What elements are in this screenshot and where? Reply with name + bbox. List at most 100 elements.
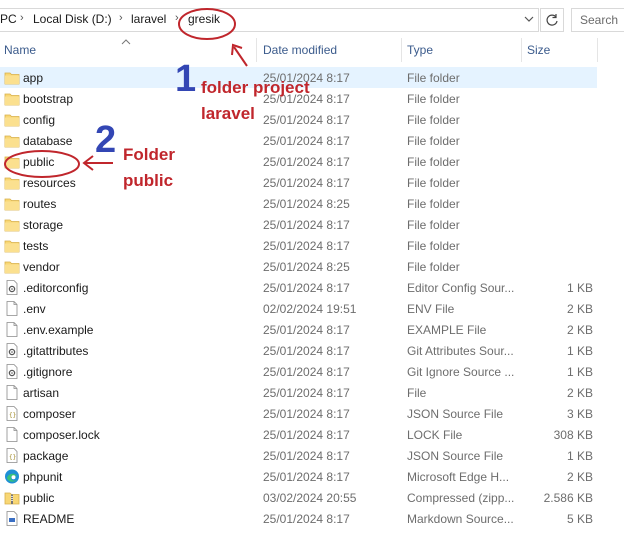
file-name: phpunit — [23, 470, 63, 484]
file-type: LOCK File — [407, 428, 463, 442]
column-size[interactable]: Size — [527, 43, 550, 57]
file-type: File folder — [407, 218, 460, 232]
file-row[interactable]: resources 25/01/2024 8:17 File folder — [0, 172, 597, 193]
column-divider[interactable] — [521, 38, 522, 62]
breadcrumb-local-disk[interactable]: Local Disk (D:) — [33, 12, 112, 26]
file-name: public — [23, 155, 55, 169]
file-row[interactable]: vendor 25/01/2024 8:25 File folder — [0, 256, 597, 277]
folder-icon — [4, 217, 20, 232]
file-type: JSON Source File — [407, 449, 504, 463]
gear-file-icon — [4, 364, 20, 379]
file-size: 308 KB — [553, 428, 593, 442]
file-size: 2 KB — [566, 386, 593, 400]
file-date-modified: 25/01/2024 8:17 — [263, 218, 350, 232]
file-row[interactable]: {} package 25/01/2024 8:17 JSON Source File… — [0, 445, 597, 466]
file-name: resources — [23, 176, 76, 190]
file-row[interactable]: .gitattributes 25/01/2024 8:17 Git Attribu… — [0, 340, 597, 361]
column-type[interactable]: Type — [407, 43, 433, 57]
file-row[interactable]: composer.lock 25/01/2024 8:17 LOCK File 308… — [0, 424, 597, 445]
search-placeholder: Search — [580, 13, 619, 27]
file-size: 1 KB — [566, 449, 593, 463]
file-date-modified: 25/01/2024 8:17 — [263, 281, 350, 295]
file-date-modified: 25/01/2024 8:17 — [263, 470, 350, 484]
file-type: Compressed (zipp... — [407, 491, 515, 505]
column-divider[interactable] — [597, 38, 598, 62]
folder-icon — [4, 70, 20, 85]
file-size: 2 KB — [566, 470, 593, 484]
file-row[interactable]: config 25/01/2024 8:17 File folder — [0, 109, 597, 130]
file-type: ENV File — [407, 302, 455, 316]
file-row[interactable]: .env.example 25/01/2024 8:17 EXAMPLE File 2… — [0, 319, 597, 340]
svg-text:{}: {} — [9, 412, 16, 419]
breadcrumb-laravel[interactable]: laravel — [131, 12, 166, 26]
file-icon — [4, 322, 20, 337]
chevron-right-icon[interactable]: › — [119, 12, 123, 24]
file-size: 5 KB — [566, 512, 593, 526]
file-row[interactable]: phpunit 25/01/2024 8:17 Microsoft Edge H..… — [0, 466, 597, 487]
file-row[interactable]: .editorconfig 25/01/2024 8:17 Editor Confi… — [0, 277, 597, 298]
file-date-modified: 25/01/2024 8:17 — [263, 113, 350, 127]
column-divider[interactable] — [256, 38, 257, 62]
file-name: public — [23, 491, 55, 505]
file-icon — [4, 301, 20, 316]
file-icon — [4, 427, 20, 442]
file-row[interactable]: {} composer 25/01/2024 8:17 JSON Source Fil… — [0, 403, 597, 424]
markdown-file-icon — [4, 511, 20, 526]
refresh-button[interactable] — [540, 8, 564, 32]
file-size: 3 KB — [566, 407, 593, 421]
search-input[interactable]: Search — [571, 8, 624, 32]
file-row[interactable]: public 03/02/2024 20:55 Compressed (zipp..… — [0, 487, 597, 508]
file-name: database — [23, 134, 73, 148]
file-type: Microsoft Edge H... — [407, 470, 510, 484]
file-date-modified: 25/01/2024 8:17 — [263, 323, 350, 337]
json-file-icon: {} — [4, 448, 20, 463]
file-name: composer.lock — [23, 428, 100, 442]
file-date-modified: 25/01/2024 8:17 — [263, 407, 350, 421]
file-name: .env.example — [23, 323, 94, 337]
file-row[interactable]: .gitignore 25/01/2024 8:17 Git Ignore Sour… — [0, 361, 597, 382]
file-name: .editorconfig — [23, 281, 89, 295]
file-name: tests — [23, 239, 49, 253]
file-name: README — [23, 512, 75, 526]
file-row[interactable]: public 25/01/2024 8:17 File folder — [0, 151, 597, 172]
file-type: File folder — [407, 239, 460, 253]
file-row[interactable]: routes 25/01/2024 8:25 File folder — [0, 193, 597, 214]
annotation-folder-project-line2: laravel — [201, 104, 255, 123]
chevron-down-icon[interactable] — [523, 12, 535, 26]
step-number-2: 2 — [95, 119, 117, 161]
file-row[interactable]: artisan 25/01/2024 8:17 File 2 KB — [0, 382, 597, 403]
column-divider[interactable] — [401, 38, 402, 62]
file-row[interactable]: database 25/01/2024 8:17 File folder — [0, 130, 597, 151]
file-row[interactable]: storage 25/01/2024 8:17 File folder — [0, 214, 597, 235]
file-date-modified: 25/01/2024 8:17 — [263, 239, 350, 253]
file-type: File folder — [407, 92, 460, 106]
file-name: vendor — [23, 260, 60, 274]
file-row[interactable]: README 25/01/2024 8:17 Markdown Source... 5… — [0, 508, 597, 529]
file-name: config — [23, 113, 56, 127]
file-type: Editor Config Sour... — [407, 281, 515, 295]
step-number-1: 1 — [175, 58, 197, 100]
file-date-modified: 25/01/2024 8:17 — [263, 176, 350, 190]
column-date-modified[interactable]: Date modified — [263, 43, 337, 57]
file-date-modified: 25/01/2024 8:17 — [263, 512, 350, 526]
file-icon — [4, 385, 20, 400]
chevron-right-icon[interactable]: › — [175, 12, 179, 24]
file-type: File folder — [407, 113, 460, 127]
column-name[interactable]: Name — [4, 43, 36, 57]
folder-icon — [4, 133, 20, 148]
file-date-modified: 25/01/2024 8:17 — [263, 344, 350, 358]
breadcrumb-pc[interactable]: PC — [0, 12, 17, 26]
file-date-modified: 25/01/2024 8:17 — [263, 134, 350, 148]
breadcrumb-gresik[interactable]: gresik — [188, 12, 220, 26]
file-name: .env — [23, 302, 46, 316]
chevron-right-icon[interactable]: › — [20, 12, 24, 24]
file-row[interactable]: .env 02/02/2024 19:51 ENV File 2 KB — [0, 298, 597, 319]
file-type: File folder — [407, 197, 460, 211]
file-type: File folder — [407, 260, 460, 274]
annotation-folder-public-line2: public — [123, 171, 174, 190]
file-date-modified: 25/01/2024 8:25 — [263, 197, 350, 211]
file-size: 2 KB — [566, 302, 593, 316]
file-name: package — [23, 449, 69, 463]
file-row[interactable]: tests 25/01/2024 8:17 File folder — [0, 235, 597, 256]
annotation-folder-project-line1: folder project — [201, 78, 310, 97]
